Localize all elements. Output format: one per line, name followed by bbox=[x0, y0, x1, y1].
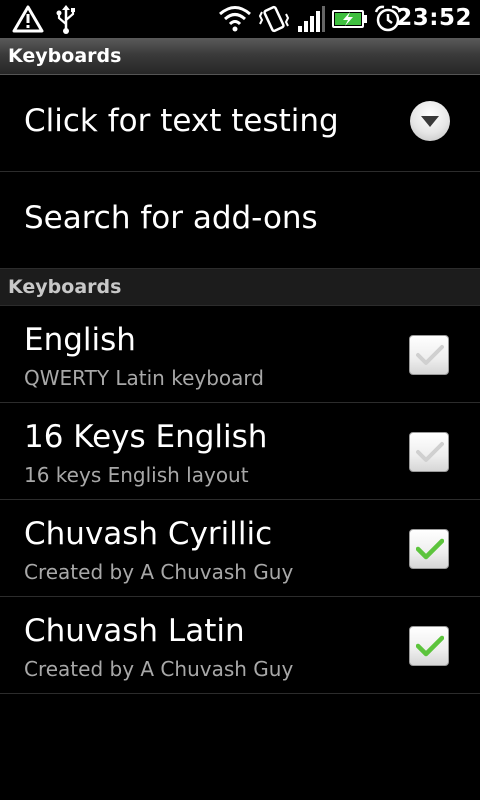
signal-icon bbox=[296, 4, 326, 38]
keyboards-section-header: Keyboards bbox=[0, 269, 480, 306]
text-testing-item[interactable]: Click for text testing bbox=[0, 75, 480, 172]
keyboard-item-english[interactable]: English QWERTY Latin keyboard bbox=[0, 306, 480, 403]
keyboard-checkbox[interactable] bbox=[409, 626, 449, 666]
check-icon bbox=[416, 538, 444, 560]
status-time: 23:52 bbox=[396, 5, 472, 31]
keyboard-name: Chuvash Latin bbox=[24, 613, 245, 649]
search-addons-item[interactable]: Search for add-ons bbox=[0, 172, 480, 269]
keyboard-description: 16 keys English layout bbox=[24, 463, 249, 487]
keyboard-description: QWERTY Latin keyboard bbox=[24, 366, 264, 390]
vibrate-icon bbox=[258, 4, 290, 38]
keyboard-description: Created by A Chuvash Guy bbox=[24, 657, 294, 681]
keyboard-checkbox[interactable] bbox=[409, 432, 449, 472]
alert-triangle-icon bbox=[12, 4, 44, 38]
keyboard-item-16-keys-english[interactable]: 16 Keys English 16 keys English layout bbox=[0, 403, 480, 500]
wifi-icon bbox=[218, 4, 252, 36]
keyboard-name: English bbox=[24, 322, 136, 358]
keyboard-item-chuvash-cyrillic[interactable]: Chuvash Cyrillic Created by A Chuvash Gu… bbox=[0, 500, 480, 597]
check-icon bbox=[416, 635, 444, 657]
status-bar: 23:52 bbox=[0, 0, 480, 38]
keyboard-description: Created by A Chuvash Guy bbox=[24, 560, 294, 584]
title-bar: Keyboards bbox=[0, 38, 480, 75]
check-icon bbox=[416, 442, 444, 462]
check-icon bbox=[416, 345, 444, 365]
keyboard-checkbox[interactable] bbox=[409, 335, 449, 375]
usb-icon bbox=[54, 4, 78, 38]
expand-button[interactable] bbox=[410, 101, 450, 141]
page-title: Keyboards bbox=[8, 45, 122, 67]
section-header-label: Keyboards bbox=[8, 276, 122, 298]
keyboard-name: Chuvash Cyrillic bbox=[24, 516, 273, 552]
search-addons-label: Search for add-ons bbox=[24, 200, 318, 236]
keyboard-item-chuvash-latin[interactable]: Chuvash Latin Created by A Chuvash Guy bbox=[0, 597, 480, 694]
keyboard-checkbox[interactable] bbox=[409, 529, 449, 569]
chevron-down-icon bbox=[421, 116, 439, 127]
text-testing-label: Click for text testing bbox=[24, 103, 339, 139]
battery-charging-icon bbox=[332, 4, 368, 38]
keyboard-name: 16 Keys English bbox=[24, 419, 268, 455]
